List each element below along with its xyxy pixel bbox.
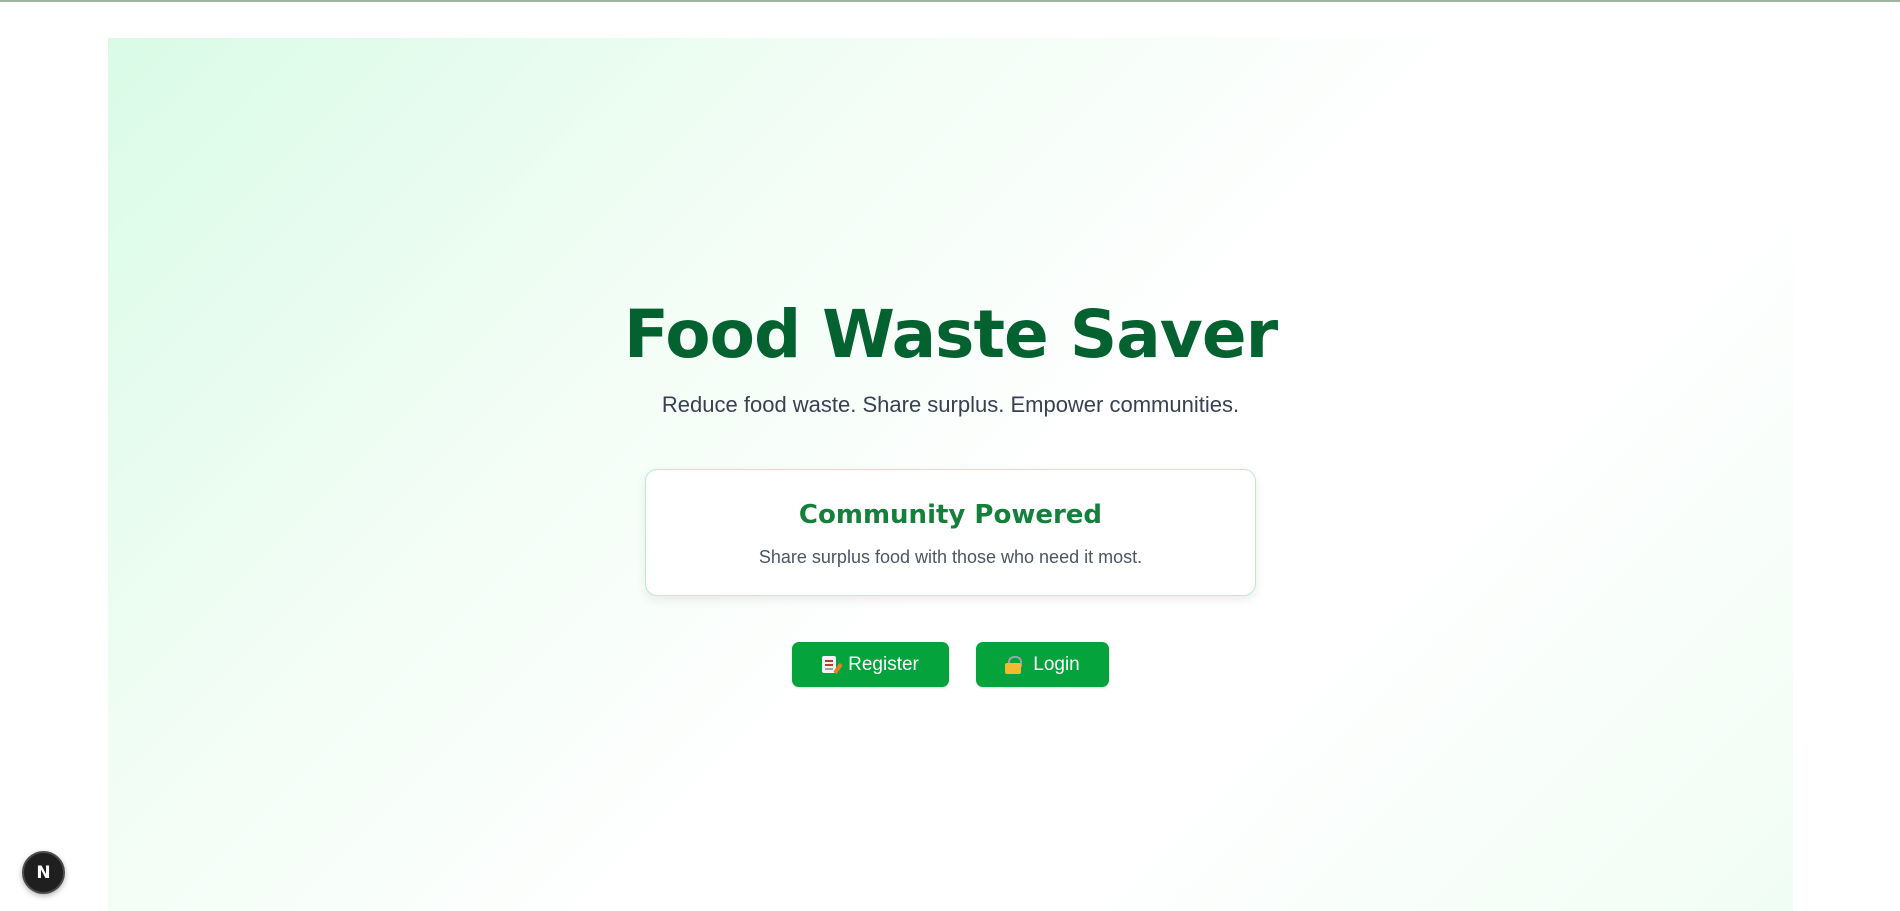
feature-card: Community Powered Share surplus food wit…: [645, 469, 1256, 596]
feature-card-text: Share surplus food with those who need i…: [758, 547, 1143, 567]
page-subtitle: Reduce food waste. Share surplus. Empowe…: [661, 392, 1240, 417]
login-button-label: Login: [1033, 653, 1080, 675]
login-button[interactable]: Login: [976, 642, 1109, 687]
top-border-line: [0, 0, 1900, 2]
page-title: Food Waste Saver: [623, 296, 1278, 373]
nextjs-logo-icon: N: [36, 862, 51, 883]
lock-icon: [1005, 655, 1023, 674]
register-button-label: Register: [848, 653, 919, 675]
nextjs-dev-tools-button[interactable]: N: [22, 851, 65, 894]
hero-content: Food Waste Saver Reduce food waste. Shar…: [108, 38, 1793, 911]
feature-card-title: Community Powered: [798, 500, 1103, 530]
register-button[interactable]: Register: [792, 642, 949, 687]
hero-section: Food Waste Saver Reduce food waste. Shar…: [108, 38, 1793, 911]
memo-icon: [822, 656, 837, 673]
